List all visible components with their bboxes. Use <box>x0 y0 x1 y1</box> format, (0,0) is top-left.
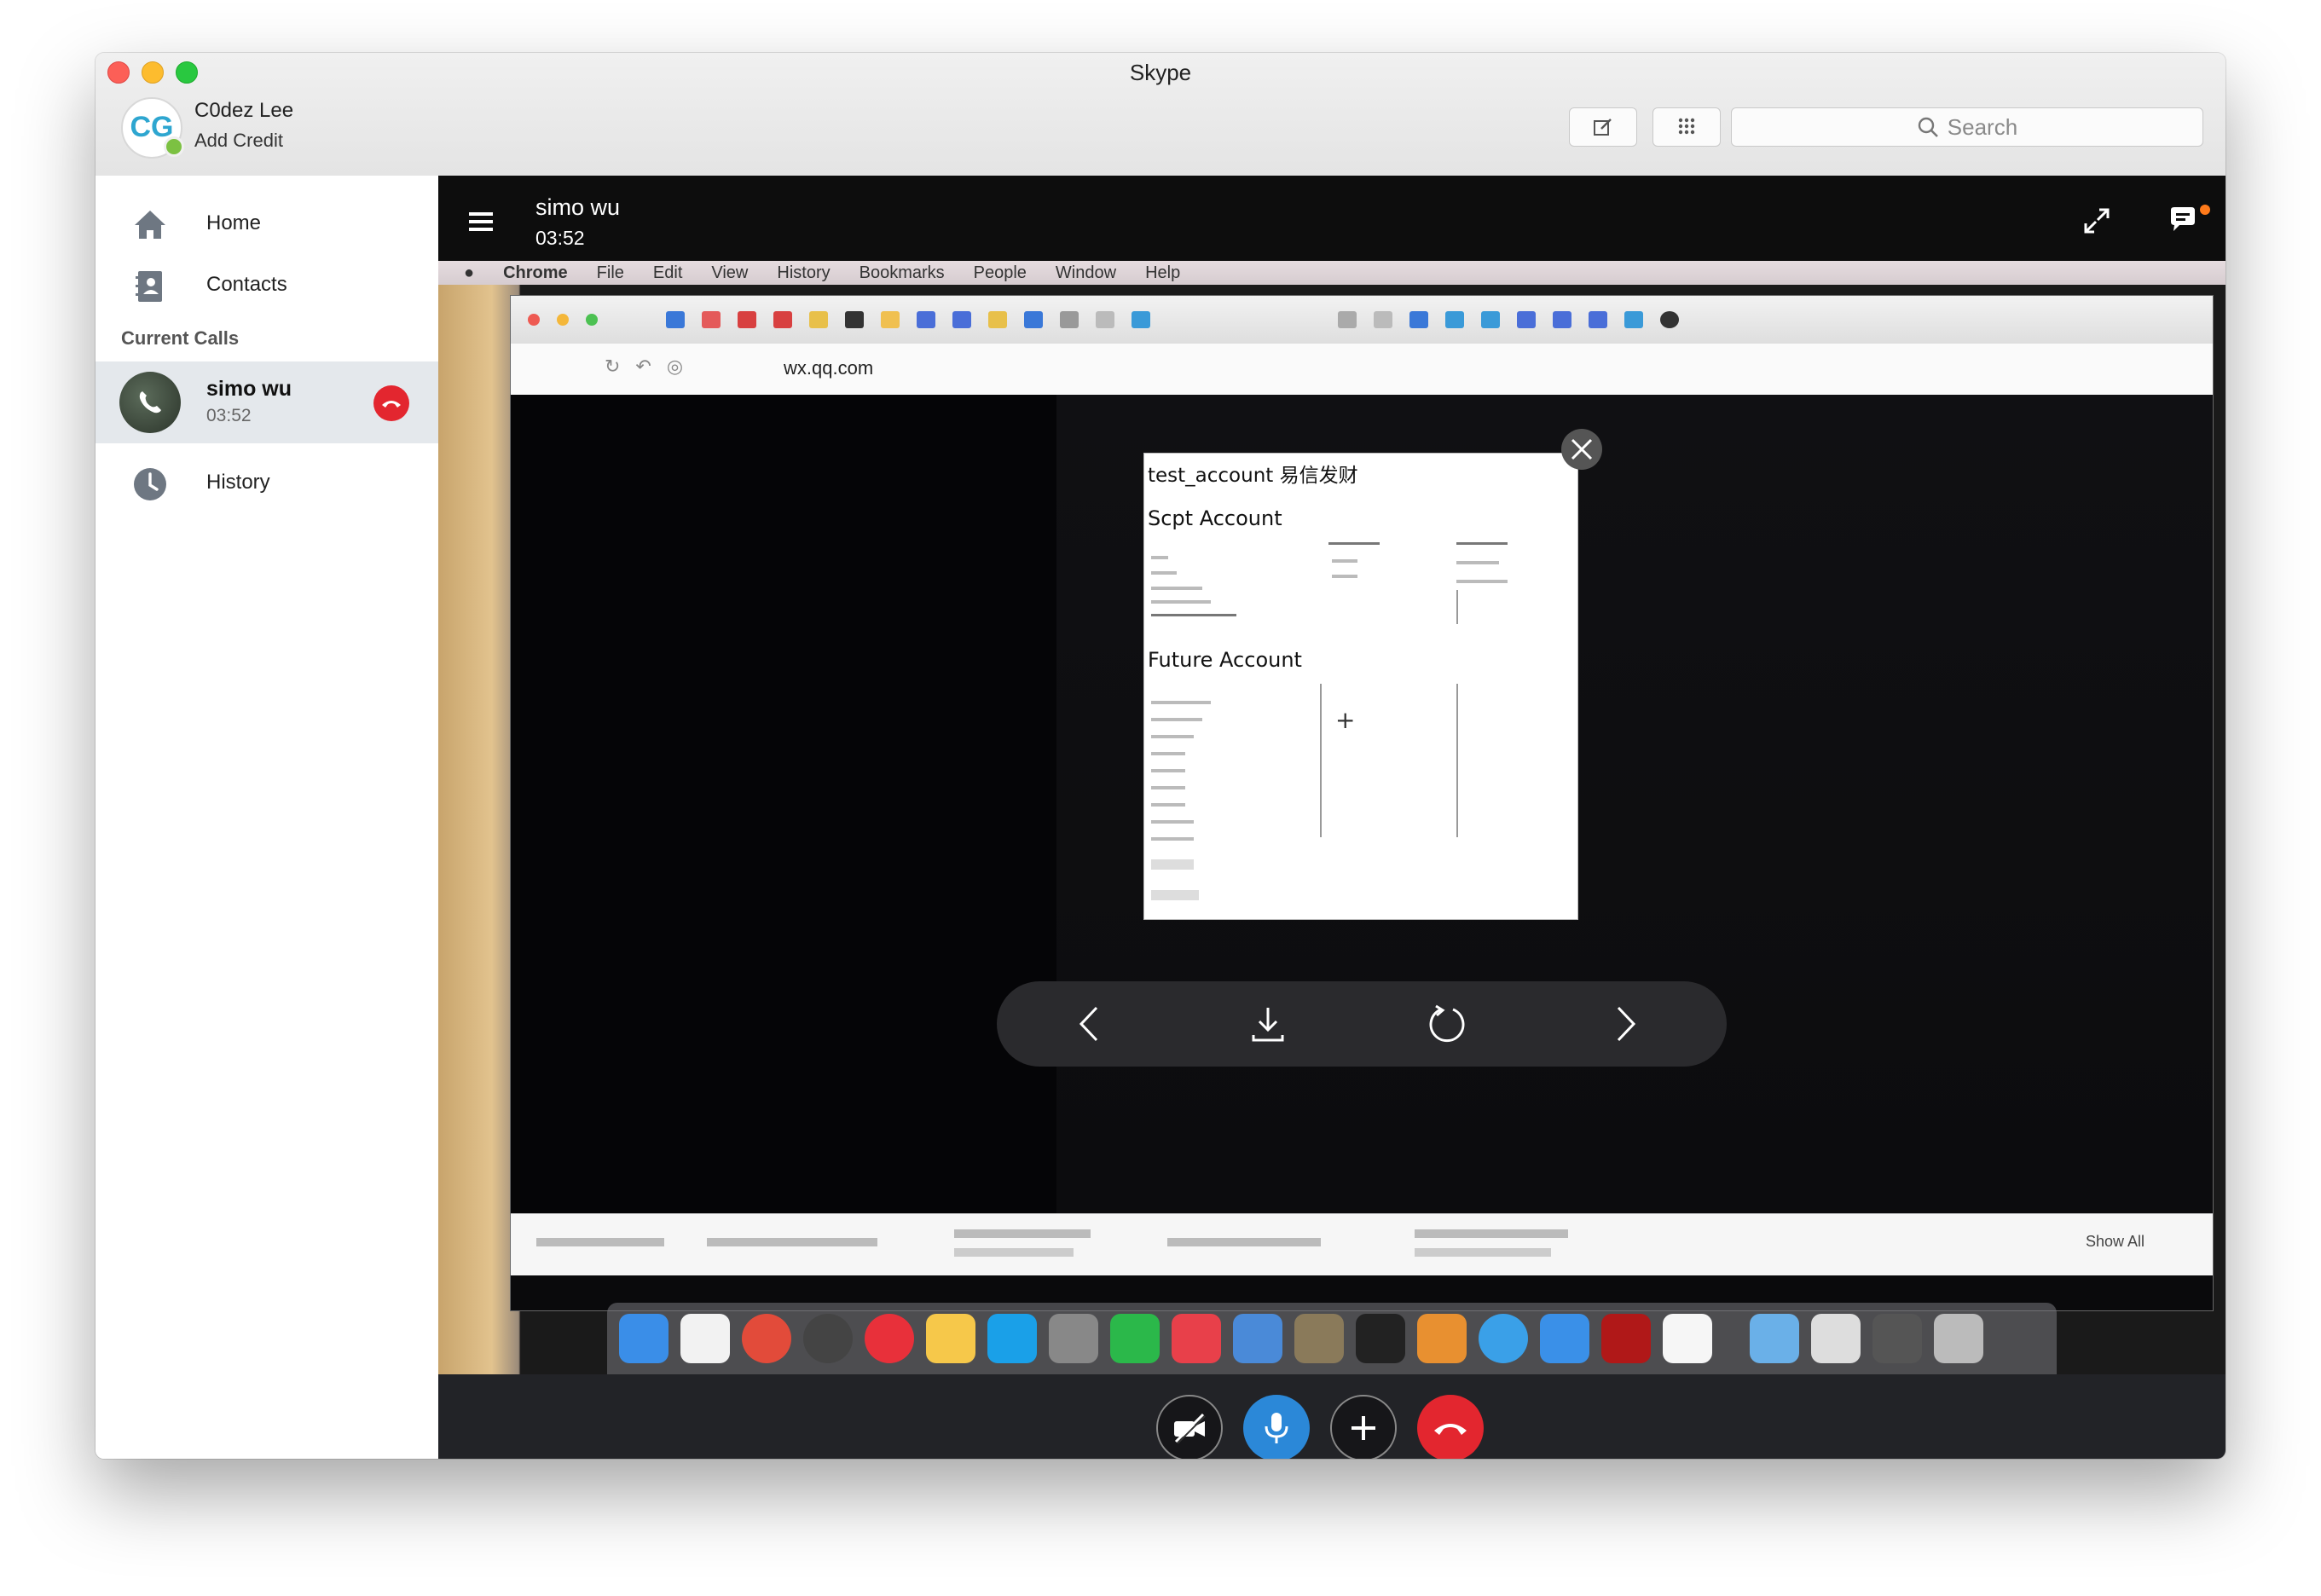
remote-downloads-bar: Show All <box>511 1213 2213 1275</box>
sidebar-item-label: Contacts <box>206 273 287 296</box>
add-credit-link[interactable]: Add Credit <box>194 130 283 152</box>
end-call-button[interactable] <box>373 385 409 421</box>
remote-menu-bar: ● Chrome File Edit View History Bookmark… <box>438 261 2225 285</box>
remote-address-bar: ↻↶◎ wx.qq.com <box>511 344 2213 396</box>
remote-gallery-controls <box>997 981 1727 1067</box>
remote-url: wx.qq.com <box>784 357 874 379</box>
sidebar-item-label: History <box>206 471 270 494</box>
remote-menu-item: Bookmarks <box>859 263 945 282</box>
sidebar-item-home[interactable]: Home <box>96 194 438 254</box>
remote-browser-toolbar <box>511 296 2213 344</box>
remote-image-preview: test_account 易信发财 Scpt Account Future Ac… <box>1143 453 1578 920</box>
plus-icon <box>1352 1416 1375 1440</box>
chevron-left-icon <box>1065 1000 1113 1048</box>
microphone-icon <box>1265 1413 1288 1443</box>
call-contact-name: simo wu <box>535 194 621 220</box>
call-view: simo wu 03:52 ● Chrome File Edit View Hi… <box>438 176 2225 1459</box>
download-icon <box>1244 1000 1292 1048</box>
remote-menu-item: Window <box>1055 263 1117 282</box>
dialpad-icon <box>1678 118 1695 135</box>
hang-up-button[interactable] <box>1417 1395 1484 1459</box>
remote-show-all: Show All <box>2085 1233 2144 1250</box>
preview-close-icon <box>1561 429 1602 470</box>
call-duration: 03:52 <box>206 406 252 425</box>
profile-name[interactable]: C0dez Lee <box>194 99 293 123</box>
title-bar: Skype CG C0dez Lee Add Credit Search <box>96 53 2225 176</box>
fullscreen-expand-icon[interactable] <box>2082 206 2111 240</box>
home-icon <box>131 206 169 244</box>
phone-icon <box>139 391 161 413</box>
dialpad-button[interactable] <box>1652 107 1721 147</box>
search-icon <box>1918 117 1938 137</box>
remote-menu-item: History <box>777 263 831 282</box>
add-participant-button[interactable] <box>1330 1395 1397 1459</box>
call-controls <box>1156 1395 1514 1459</box>
hamburger-menu-icon[interactable] <box>469 211 493 236</box>
remote-menu-item: View <box>711 263 749 282</box>
remote-menu-item: Edit <box>652 263 683 282</box>
presence-online-icon <box>164 136 184 157</box>
hang-up-icon <box>382 401 401 408</box>
chat-icon[interactable] <box>2168 205 2198 240</box>
skype-window: Skype CG C0dez Lee Add Credit Search Hom… <box>96 53 2225 1459</box>
toggle-microphone-button[interactable] <box>1243 1395 1310 1459</box>
call-duration: 03:52 <box>535 227 585 249</box>
search-input[interactable]: Search <box>1731 107 2203 147</box>
preview-title: test_account 易信发财 <box>1148 465 1358 487</box>
remote-menu-item: Chrome <box>503 263 568 282</box>
rotate-icon <box>1423 1000 1471 1048</box>
remote-menu-item: People <box>973 263 1027 282</box>
new-conversation-button[interactable] <box>1569 107 1637 147</box>
chevron-right-icon <box>1602 1000 1650 1048</box>
video-off-icon <box>1174 1413 1206 1444</box>
current-calls-heading: Current Calls <box>121 327 240 349</box>
preview-heading: Scpt Account <box>1148 506 1282 530</box>
remote-page-content: test_account 易信发财 Scpt Account Future Ac… <box>511 395 2213 1213</box>
remote-menu-item: Help <box>1145 263 1181 282</box>
sidebar-item-label: Home <box>206 211 262 234</box>
call-contact-name: simo wu <box>206 377 292 401</box>
call-header: simo wu 03:52 <box>438 176 2225 261</box>
shared-screen-video: ● Chrome File Edit View History Bookmark… <box>438 261 2225 1374</box>
hang-up-icon <box>1434 1424 1467 1435</box>
sidebar-item-history[interactable]: History <box>96 454 438 513</box>
remote-nav-icons: ↻↶◎ <box>605 356 699 377</box>
contacts-icon <box>131 268 169 305</box>
compose-icon <box>1594 119 1612 136</box>
sidebar: Home Contacts Current Calls simo wu 03:5… <box>96 176 439 1459</box>
current-call-item[interactable]: simo wu 03:52 <box>96 361 438 443</box>
preview-plus-icon: + <box>1335 706 1356 734</box>
toggle-video-button[interactable] <box>1156 1395 1223 1459</box>
notification-badge <box>2200 205 2210 215</box>
clock-icon <box>131 466 169 503</box>
search-placeholder: Search <box>1947 113 2018 140</box>
remote-menu-item: File <box>596 263 624 282</box>
remote-dock <box>607 1303 2057 1374</box>
preview-heading: Future Account <box>1148 648 1302 672</box>
remote-browser-window: ↻↶◎ wx.qq.com test_account 易信发财 Scpt Acc… <box>510 295 2214 1311</box>
contact-avatar <box>119 372 181 433</box>
window-title: Skype <box>1129 60 1192 85</box>
apple-icon: ● <box>464 263 475 282</box>
sidebar-item-contacts[interactable]: Contacts <box>96 256 438 315</box>
